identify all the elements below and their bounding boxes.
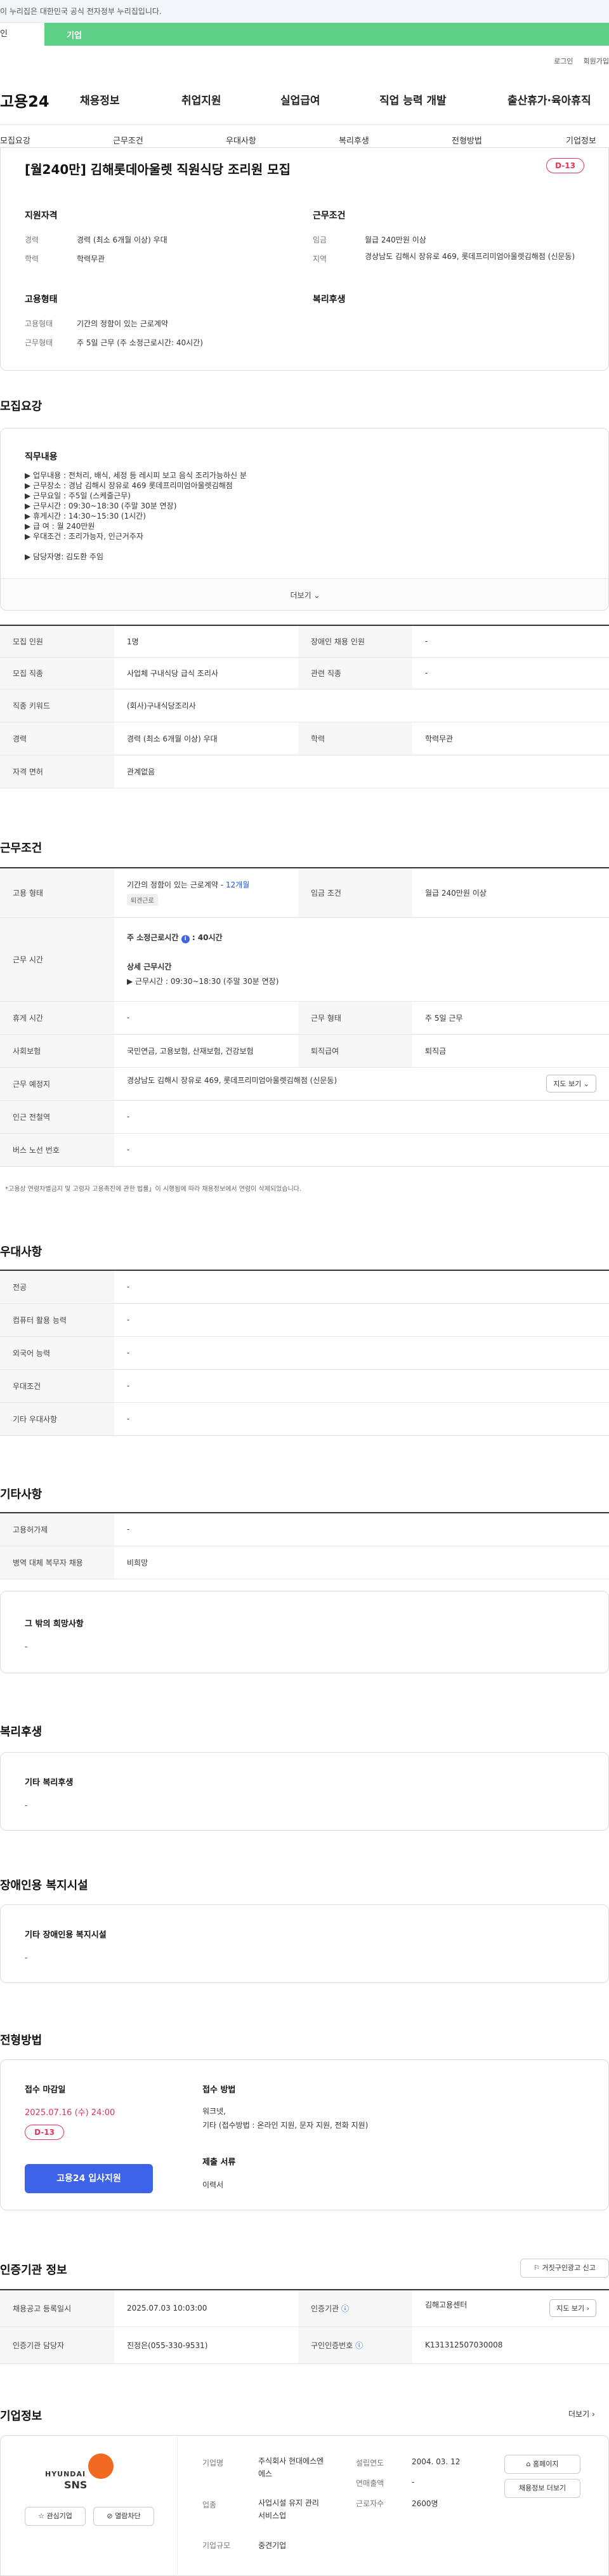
disabled-box: 기타 장애인용 복지시설 - [0, 1904, 609, 1983]
tab-work[interactable]: 근무조건 [113, 134, 143, 146]
recruit-title: 모집요강 [0, 400, 43, 413]
emp-title: 고용형태 [25, 295, 58, 305]
apply-button[interactable]: 고용24 입사지원 [25, 2164, 153, 2193]
tab-recruit[interactable]: 모집요강 [0, 134, 30, 146]
qual-title: 지원자격 [25, 211, 58, 221]
prefer-title: 우대사항 [0, 1245, 43, 1259]
agency-table: 채용공고 등록일시 2025.07.03 10:03:00 인증기관 ⓘ 김해고용센터… [0, 2289, 609, 2364]
tab-prefer[interactable]: 우대사항 [226, 134, 256, 146]
company-title: 기업정보 [0, 2410, 43, 2423]
cond-title: 근무조건 [313, 211, 346, 221]
gov-banner: 이 누리집은 대한민국 공식 전자정부 누리집입니다. [0, 0, 609, 23]
gnb-item[interactable]: 실업급여 [280, 91, 320, 107]
etc-box: 그 밖의 희망사항 - [0, 1591, 609, 1673]
work-table: 고용 형태 기간의 정함이 있는 근로계약 - 12개월 퇴겐근로 임금 조건 월급 2… [0, 867, 609, 1167]
gnb-item[interactable]: 채용정보 [80, 91, 120, 107]
info-icon[interactable]: ⓘ [341, 2304, 349, 2313]
agency-title: 인증기관 정보 [0, 2264, 67, 2277]
block-icon: ⊘ [107, 2512, 113, 2520]
more-button[interactable]: 더보기 ⌄ [1, 578, 608, 610]
member-type-tab[interactable]: 기업 [44, 23, 609, 46]
info-icon[interactable]: ⓘ [355, 2341, 363, 2350]
company-logo: HYUNDAI SNS [39, 2453, 128, 2492]
welfare-box: 기타 복리후생 - [0, 1752, 609, 1831]
signup-link[interactable]: 회원가입 [584, 57, 609, 65]
star-icon: ☆ [38, 2512, 44, 2520]
etc-table: 고용허가제 - 병역 대체 복무자 채용 비희망 [0, 1512, 609, 1579]
company-more-link[interactable]: 더보기 › [568, 2408, 595, 2419]
process-card: 접수 마감일 2025.07.16 (수) 24:00 D-13 고용24 입사… [0, 2059, 609, 2210]
job-detail-card: 직무내용 ▶ 업무내용 : 전처리, 배식, 세정 등 레시피 보고 음식 조리… [0, 428, 609, 611]
work-title: 근무조건 [0, 842, 43, 855]
tab-company[interactable]: 기업정보 [566, 134, 596, 146]
gnb-item[interactable]: 취업지원 [181, 91, 221, 107]
gnb-item[interactable]: 출산휴가·육아휴직 [508, 91, 591, 107]
block-company-button[interactable]: ⊘ 열람차단 [93, 2507, 154, 2526]
chevron-down-icon: ⌄ [313, 591, 320, 600]
prefer-table: 전공 - 컴퓨터 활용 능력 - 외국어 능력 - 우대조건 - 기타 우대사항 - [0, 1270, 609, 1436]
job-title: [월240만] 김해롯데아울렛 직원식당 조리원 모집 [25, 162, 291, 177]
job-summary-card: [월240만] 김해롯데아울렛 직원식당 조리원 모집 D-13 지원자격 경력… [0, 147, 609, 371]
top-strip: 인 기업 [0, 23, 609, 48]
recruit-table: 모집 인원 1명 장애인 채용 인원 - 모집 직종 사업체 구내식당 급식 조리사 관련… [0, 625, 609, 788]
process-title: 전형방법 [0, 2034, 43, 2047]
process-dday-badge: D-13 [25, 2125, 64, 2140]
info-icon[interactable]: i [181, 935, 190, 943]
gnb-item[interactable]: 직업 능력 개발 [379, 91, 447, 107]
site-logo[interactable]: 고용24 [0, 89, 49, 111]
homepage-button[interactable]: ⌂ 홈페이지 [504, 2455, 580, 2474]
etc-title: 기타사항 [0, 1488, 43, 1501]
favorite-company-button[interactable]: ☆ 관심기업 [25, 2507, 86, 2526]
disabled-title: 장애인용 복지시설 [0, 1879, 88, 1892]
company-jobs-button[interactable]: 채용정보 더보기 [504, 2479, 580, 2498]
agency-map-button[interactable]: 지도 보기 › [549, 2299, 596, 2318]
tab-welfare[interactable]: 복리후생 [339, 134, 369, 146]
company-card: HYUNDAI SNS ☆ 관심기업 ⊘ 열람차단 기업명 주식회사 현대에스엔… [0, 2435, 609, 2576]
dday-badge: D-13 [546, 158, 584, 173]
home-icon: ⌂ [526, 2460, 531, 2468]
report-button[interactable]: ⚐ 거짓구인광고 신고 [520, 2259, 609, 2278]
age-notice: *고용상 연령차별금지 및 고령자 고용촉진에 관한 법률」이 시행됨에 따라 … [5, 1186, 302, 1193]
welfare-section-title: 복리후생 [0, 1725, 43, 1739]
map-button[interactable]: 지도 보기 ⌄ [546, 1075, 596, 1092]
login-link[interactable]: 로그인 [554, 57, 573, 65]
deadline-value: 2025.07.16 (수) 24:00 [25, 2108, 115, 2118]
report-icon: ⚐ [534, 2264, 540, 2272]
job-detail-text: ▶ 업무내용 : 전처리, 배식, 세정 등 레시피 보고 음식 조리가능하신 … [25, 471, 247, 561]
welfare-title: 복리후생 [313, 295, 346, 305]
util-menu: 로그인 회원가입 [544, 56, 609, 66]
tab-process[interactable]: 전형방법 [452, 134, 482, 146]
